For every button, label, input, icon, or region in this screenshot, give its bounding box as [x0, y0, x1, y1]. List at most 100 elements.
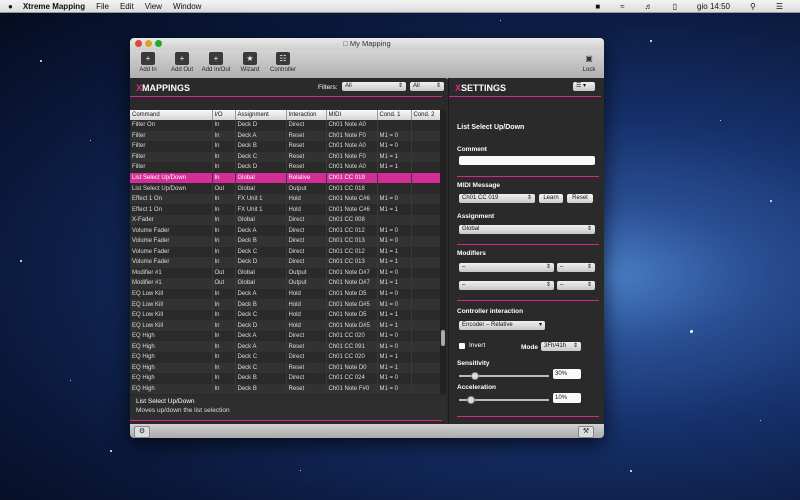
add-out-button[interactable]: + Add Out — [168, 52, 196, 73]
table-cell: Ch01 Note D#5 — [326, 299, 378, 310]
table-cell: Ch01 Note D#5 — [326, 320, 378, 331]
apple-menu-icon[interactable]: ● — [8, 2, 13, 11]
table-row[interactable]: Filter In Deck D Reset Ch01 Note A0 M1 = 1 — [130, 162, 443, 173]
wizard-button[interactable]: ★ Wizard — [238, 52, 262, 73]
column-header[interactable]: Cond. 1 — [377, 110, 412, 120]
menu-view[interactable]: View — [145, 2, 162, 11]
menu-window[interactable]: Window — [173, 2, 201, 11]
table-row[interactable]: EQ High In Deck C Reset Ch01 Note D0 M1 = 1 — [130, 362, 443, 374]
menu-edit[interactable]: Edit — [120, 2, 134, 11]
sensitivity-field[interactable]: 30% — [553, 369, 581, 379]
table-cell: Deck B — [235, 236, 287, 247]
table-cell — [411, 299, 443, 310]
table-row[interactable]: EQ High In Deck B Direct Ch01 CC 024 M1 = 0 — [130, 373, 443, 384]
table-row[interactable]: Modifier #1 Out Global Output Ch01 Note D#7 M… — [130, 267, 443, 279]
settings-menu-button[interactable]: ☰ ▾ — [573, 82, 595, 91]
table-row[interactable]: Filter In Deck B Reset Ch01 Note A0 M1 = 0 — [130, 141, 443, 152]
acceleration-slider[interactable] — [459, 396, 549, 404]
table-cell: Filter — [130, 130, 213, 142]
table-row[interactable]: List Select Up/Down In Global Relative Ch01 … — [130, 172, 443, 184]
tools-icon[interactable]: ⚒ — [578, 426, 594, 438]
sensitivity-slider[interactable] — [459, 372, 549, 380]
table-row[interactable]: Volume Fader In Deck A Direct Ch01 CC 012 M1 … — [130, 225, 443, 237]
reset-button[interactable]: Reset — [567, 194, 593, 203]
controller-button[interactable]: ☷ Controller — [268, 52, 298, 73]
table-row[interactable]: Filter In Deck C Reset Ch01 Note F0 M1 = 1 — [130, 151, 443, 163]
assignment-select[interactable]: Global ⇕ — [459, 225, 595, 234]
add-inout-button[interactable]: + Add In/Out — [200, 52, 232, 73]
modifier-value-select-2[interactable]: – ⇕ — [557, 281, 595, 290]
close-button[interactable] — [135, 40, 142, 47]
wifi-icon[interactable]: ≈ — [620, 2, 624, 11]
table-row[interactable]: EQ High In Deck A Direct Ch01 CC 020 M1 = 0 — [130, 330, 443, 342]
zoom-button[interactable] — [155, 40, 162, 47]
scrollbar-thumb[interactable] — [441, 330, 445, 346]
column-header[interactable]: I/O — [212, 110, 236, 120]
table-cell: Ch01 CC 024 — [326, 373, 378, 384]
lock-button[interactable]: ▣ Lock — [580, 52, 598, 73]
filter-select-2[interactable]: All ⇕ — [410, 82, 444, 91]
table-cell: Deck B — [235, 383, 287, 394]
column-header[interactable]: Assignment — [235, 110, 287, 120]
search-icon[interactable]: ⚲ — [750, 2, 756, 11]
column-header[interactable]: MIDI — [326, 110, 378, 120]
modifier-value-select-1[interactable]: – ⇕ — [557, 263, 595, 272]
table-cell: Deck C — [235, 246, 287, 258]
table-scrollbar[interactable] — [440, 110, 446, 394]
clock[interactable]: gio 14:50 — [697, 2, 730, 11]
add-in-button[interactable]: + Add In — [136, 52, 160, 73]
table-row[interactable]: Volume Fader In Deck C Direct Ch01 CC 012 M1 … — [130, 246, 443, 258]
table-cell: Output — [286, 278, 327, 289]
table-row[interactable]: Volume Fader In Deck B Direct Ch01 CC 013 M1 … — [130, 236, 443, 247]
battery-icon[interactable]: ▯ — [673, 2, 677, 11]
app-menu[interactable]: Xtreme Mapping — [23, 2, 85, 11]
table-row[interactable]: EQ Low Kill In Deck A Hold Ch01 Note D5 M1 = … — [130, 288, 443, 300]
table-cell: Reset — [286, 362, 327, 374]
table-cell: Deck A — [235, 130, 287, 142]
column-header[interactable]: Command — [130, 110, 213, 120]
learn-button[interactable]: Learn — [539, 194, 563, 203]
table-cell: Ch01 CC 013 — [326, 257, 378, 268]
add-inout-icon: + — [209, 52, 223, 65]
table-row[interactable]: Volume Fader In Deck D Direct Ch01 CC 013 M1 … — [130, 257, 443, 268]
table-cell: List Select Up/Down — [130, 183, 213, 194]
modifier-select-2[interactable]: – ⇕ — [459, 281, 554, 290]
minimize-button[interactable] — [145, 40, 152, 47]
acceleration-field[interactable]: 10% — [553, 393, 581, 403]
sensitivity-label: Sensitivity — [457, 360, 490, 367]
table-cell: In — [212, 362, 236, 374]
table-row[interactable]: EQ Low Kill In Deck D Hold Ch01 Note D#5 M1 =… — [130, 320, 443, 331]
comment-field[interactable] — [459, 156, 595, 165]
table-row[interactable]: List Select Up/Down Out Global Output Ch01 C… — [130, 183, 443, 194]
controller-interaction-select[interactable]: Encoder – Relative ▾ — [459, 321, 545, 330]
acceleration-slider-knob[interactable] — [467, 396, 475, 404]
table-row[interactable]: EQ High In Deck C Direct Ch01 CC 020 M1 = 1 — [130, 352, 443, 363]
status-icon[interactable]: ■ — [595, 2, 600, 11]
table-row[interactable]: EQ Low Kill In Deck B Hold Ch01 Note D#5 M1 =… — [130, 299, 443, 310]
table-row[interactable]: EQ High In Deck B Reset Ch01 Note F#0 M1 = 0 — [130, 383, 443, 394]
filter-select-1[interactable]: All ⇕ — [342, 82, 406, 91]
table-cell: M1 = 0 — [377, 383, 412, 394]
table-cell: M1 = 0 — [377, 288, 412, 300]
table-row[interactable]: Effect 1 On In FX Unit 1 Hold Ch01 Note C#6 M… — [130, 193, 443, 205]
table-row[interactable]: Modifier #1 Out Global Output Ch01 Note D#7 M… — [130, 278, 443, 289]
settings-gear-icon[interactable]: ⚙ — [134, 426, 150, 438]
invert-checkbox[interactable] — [459, 343, 465, 349]
mode-select[interactable]: 3Fh/41h ⇕ — [541, 342, 581, 351]
table-row[interactable]: Effect 1 On In FX Unit 1 Hold Ch01 Note C#6 M… — [130, 204, 443, 215]
modifier-select-1[interactable]: – ⇕ — [459, 263, 554, 272]
wizard-icon: ★ — [243, 52, 257, 65]
column-header[interactable]: Interaction — [286, 110, 327, 120]
midi-message-select[interactable]: Ch01 CC 019 ⇕ — [459, 194, 535, 203]
table-row[interactable]: X-Fader In Global Direct Ch01 CC 008 — [130, 214, 443, 226]
table-row[interactable]: Filter On In Deck D Direct Ch01 Note A0 — [130, 120, 443, 131]
sensitivity-slider-knob[interactable] — [471, 372, 479, 380]
table-row[interactable]: EQ Low Kill In Deck C Hold Ch01 Note D5 M1 = … — [130, 309, 443, 321]
list-icon[interactable]: ☰ — [776, 2, 783, 11]
table-row[interactable]: Filter In Deck A Reset Ch01 Note F0 M1 = 0 — [130, 130, 443, 142]
column-header[interactable]: Cond. 2 — [411, 110, 443, 120]
menu-file[interactable]: File — [96, 2, 109, 11]
volume-icon[interactable]: ♬ — [645, 2, 653, 11]
table-cell: Filter — [130, 162, 213, 173]
table-row[interactable]: EQ High In Deck A Reset Ch01 CC 091 M1 = 0 — [130, 341, 443, 353]
